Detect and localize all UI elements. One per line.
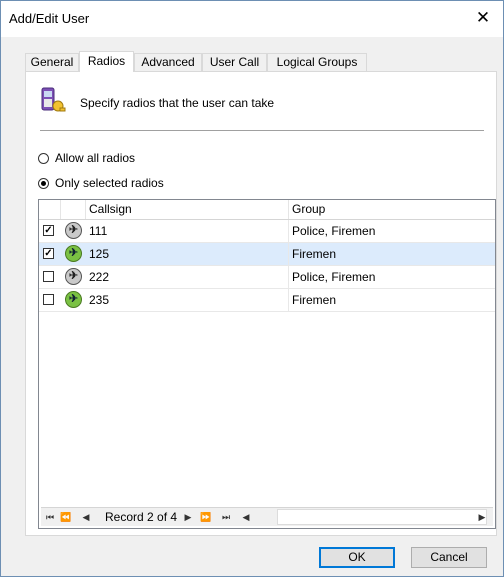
title-bar: Add/Edit User ✕ <box>1 1 503 37</box>
radio-online-icon: ✈ <box>65 245 82 262</box>
header-separator <box>40 130 484 131</box>
first-record-icon[interactable]: ⏮ <box>43 510 57 524</box>
radio-offline-icon: ✈ <box>65 268 82 285</box>
header-check-column <box>39 200 61 219</box>
allow-all-radios-option[interactable]: Allow all radios <box>38 150 135 166</box>
callsign-cell: 125 <box>86 243 289 265</box>
group-cell: Police, Firemen <box>292 224 376 238</box>
previous-record-icon[interactable]: ◀ <box>79 510 93 524</box>
radios-tab-page: Specify radios that the user can take Al… <box>25 71 497 536</box>
column-header-callsign[interactable]: Callsign <box>86 200 289 219</box>
tab-advanced[interactable]: Advanced <box>134 53 202 71</box>
row-checkbox[interactable] <box>43 271 54 282</box>
cancel-button[interactable]: Cancel <box>411 547 487 568</box>
radio-key-icon <box>41 87 66 112</box>
tab-logical-groups[interactable]: Logical Groups <box>267 53 367 71</box>
radios-grid: Callsign Group ✓ ✈ 111 Police, Firemen ✓… <box>38 199 496 529</box>
only-selected-radios-label: Only selected radios <box>55 176 164 190</box>
tab-radios[interactable]: Radios <box>79 51 134 72</box>
ok-button[interactable]: OK <box>319 547 395 568</box>
record-counter: Record 2 of 4 <box>105 510 178 524</box>
grid-header: Callsign Group <box>39 200 495 220</box>
column-header-group[interactable]: Group <box>289 200 495 219</box>
group-cell: Firemen <box>292 247 337 261</box>
table-row[interactable]: ✓ ✈ 111 Police, Firemen <box>39 220 495 243</box>
group-cell: Firemen <box>292 293 337 307</box>
table-row[interactable]: ✈ 222 Police, Firemen <box>39 266 495 289</box>
table-row[interactable]: ✈ 235 Firemen <box>39 289 495 312</box>
scroll-right-icon[interactable]: ▶ <box>475 510 489 524</box>
callsign-cell: 111 <box>86 220 289 242</box>
radio-online-icon: ✈ <box>65 291 82 308</box>
radio-offline-icon: ✈ <box>65 222 82 239</box>
only-selected-radios-option[interactable]: Only selected radios <box>38 175 164 191</box>
allow-all-radios-label: Allow all radios <box>55 151 136 165</box>
row-checkbox[interactable]: ✓ <box>43 248 54 259</box>
next-page-icon[interactable]: ⏩ <box>199 510 213 524</box>
callsign-cell: 235 <box>86 289 289 311</box>
next-record-icon[interactable]: ▶ <box>181 510 195 524</box>
previous-page-icon[interactable]: ⏪ <box>59 510 73 524</box>
record-navigator: ⏮ ⏪ ◀ Record 2 of 4 ▶ ⏩ ⏭ ◀ ▶ <box>41 507 493 526</box>
callsign-cell: 222 <box>86 266 289 288</box>
dialog-window: Add/Edit User ✕ General Radios Advanced … <box>0 0 504 577</box>
table-row-selected[interactable]: ✓ ✈ 125 Firemen <box>39 243 495 266</box>
tab-general[interactable]: General <box>25 53 79 71</box>
header-status-column <box>61 200 86 219</box>
group-cell: Police, Firemen <box>292 270 376 284</box>
horizontal-scrollbar[interactable] <box>277 509 487 525</box>
window-title: Add/Edit User <box>9 11 90 26</box>
radio-button-unselected[interactable] <box>38 152 49 164</box>
scroll-left-icon[interactable]: ◀ <box>239 510 253 524</box>
last-record-icon[interactable]: ⏭ <box>219 510 233 524</box>
tab-user-call[interactable]: User Call <box>202 53 267 71</box>
radio-button-selected[interactable] <box>38 177 49 189</box>
row-checkbox[interactable]: ✓ <box>43 225 54 236</box>
header-description: Specify radios that the user can take <box>80 96 275 110</box>
close-icon[interactable]: ✕ <box>473 7 493 29</box>
row-checkbox[interactable] <box>43 294 54 305</box>
